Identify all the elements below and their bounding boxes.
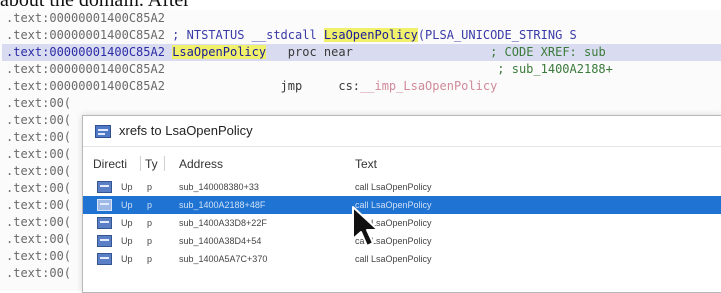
xrefs-table-header: Directi Ty Address Text <box>83 153 721 175</box>
xref-row[interactable]: Up p sub_1400A38D4+54 call LsaOpenPolicy <box>83 232 721 250</box>
xrefs-dialog[interactable]: xrefs to LsaOpenPolicy Directi Ty Addres… <box>82 115 721 293</box>
function-name-highlight[interactable]: LsaOpenPolicy <box>323 28 418 42</box>
disasm-line[interactable]: .text:00( <box>6 129 71 146</box>
xref-row-icon <box>97 253 112 265</box>
disasm-line-selected[interactable]: .text:00000001400C85A2 LsaOpenPolicy pro… <box>2 44 721 61</box>
xref-row[interactable]: Up p sub_140008380+33 call LsaOpenPolicy <box>83 178 721 196</box>
disasm-line[interactable]: .text:00( <box>6 112 71 129</box>
disasm-line[interactable]: .text:00( <box>6 95 71 112</box>
column-header-direction[interactable]: Directi <box>93 157 127 171</box>
xref-row-selected[interactable]: Up p sub_1400A2188+48F call LsaOpenPolic… <box>83 196 721 214</box>
column-divider[interactable] <box>140 156 141 171</box>
disasm-line[interactable]: .text:00( <box>6 214 71 231</box>
disasm-line[interactable]: .text:00000001400C85A2 ; sub_1400A2188+ <box>6 61 613 78</box>
xref-row[interactable]: Up p sub_1400A33D8+22F call LsaOpenPolic… <box>83 214 721 232</box>
disasm-line[interactable]: .text:00( <box>6 265 71 282</box>
xref-row-icon <box>97 181 112 193</box>
disasm-line[interactable]: .text:00( <box>6 146 71 163</box>
disasm-line[interactable]: .text:00( <box>6 248 71 265</box>
mouse-pointer-icon <box>352 206 379 247</box>
column-divider[interactable] <box>164 156 165 171</box>
column-header-text[interactable]: Text <box>355 157 377 171</box>
xref-row[interactable]: Up p sub_1400A5A7C+370 call LsaOpenPolic… <box>83 250 721 268</box>
xref-row-icon <box>97 217 112 229</box>
xref-row-icon <box>97 199 112 211</box>
dialog-title-bar[interactable]: xrefs to LsaOpenPolicy <box>83 116 721 147</box>
disasm-line[interactable]: .text:00000001400C85A2 <box>6 10 165 27</box>
xref-row-icon <box>97 235 112 247</box>
disasm-line[interactable]: .text:00( <box>6 231 71 248</box>
function-label-highlight[interactable]: LsaOpenPolicy <box>172 45 267 59</box>
column-header-type[interactable]: Ty <box>145 157 158 171</box>
xrefs-window-icon <box>95 125 111 138</box>
disasm-line[interactable]: .text:00( <box>6 180 71 197</box>
disasm-line[interactable]: .text:00( <box>6 163 71 180</box>
caption-text: about the domain. After <box>0 0 190 11</box>
disasm-line[interactable]: .text:00( <box>6 197 71 214</box>
disasm-line[interactable]: .text:00000001400C85A2 ; NTSTATUS __stdc… <box>6 27 577 44</box>
column-header-address[interactable]: Address <box>179 157 223 171</box>
dialog-title: xrefs to LsaOpenPolicy <box>119 123 253 138</box>
disasm-line[interactable]: .text:00000001400C85A2 jmp cs:__imp_LsaO… <box>6 78 497 95</box>
